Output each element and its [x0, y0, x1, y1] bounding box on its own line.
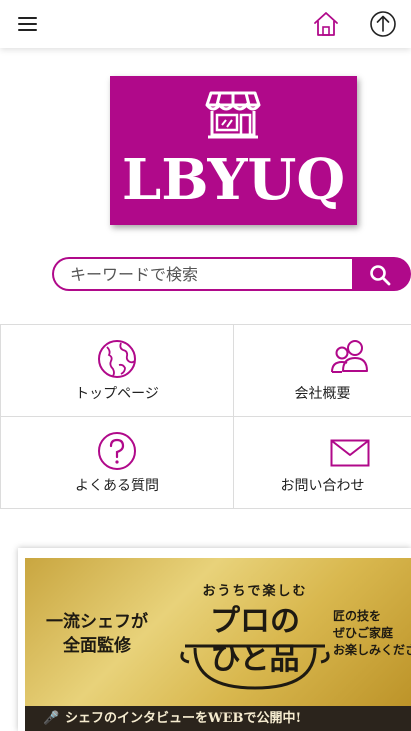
nav-top-page[interactable]: トップページ — [0, 325, 233, 417]
logo-text: LBYUQ — [121, 147, 346, 213]
banner-title-line: ひと品 — [210, 642, 300, 677]
storefront-icon — [205, 89, 261, 139]
banner-left-line: 全面監修 — [63, 636, 131, 656]
users-icon — [331, 340, 368, 373]
arrow-up-circle-icon[interactable] — [368, 9, 398, 39]
banner-right-line: お楽しみくださ — [333, 643, 411, 657]
nav-label: お問い合わせ — [280, 478, 365, 494]
banner-right-text: 匠の技を ぜひご家庭 お楽しみくださ — [333, 608, 411, 659]
banner-left-text: 一流シェフが 全面監修 — [37, 610, 157, 658]
quick-nav-grid: トップページ 会社概要 よくある質問 お問い合わせ — [0, 324, 411, 509]
banner-right-line: 匠の技を — [333, 609, 382, 623]
nav-label: 会社概要 — [294, 386, 351, 402]
banner-left-line: 一流シェフが — [46, 612, 148, 632]
microphone-icon: 🎤 — [43, 711, 60, 726]
nav-faq[interactable]: よくある質問 — [0, 417, 233, 509]
home-icon[interactable] — [311, 9, 341, 39]
banner-right-line: ぜひご家庭 — [333, 626, 394, 640]
search-input[interactable] — [52, 257, 354, 291]
nav-contact[interactable]: お問い合わせ — [233, 417, 411, 509]
banner-image: 一流シェフが 全面監修 おうちで楽しむ プロの ひと品 匠の技を ぜひご家庭 お… — [25, 558, 411, 731]
globe-icon — [98, 340, 136, 378]
search-button[interactable] — [352, 257, 411, 291]
search-bar — [52, 257, 411, 291]
nav-label: トップページ — [75, 386, 159, 402]
search-icon — [370, 265, 391, 286]
question-icon — [98, 432, 136, 470]
top-bar — [0, 0, 411, 48]
promo-banner[interactable]: 一流シェフが 全面監修 おうちで楽しむ プロの ひと品 匠の技を ぜひご家庭 お… — [18, 548, 411, 731]
site-logo[interactable]: LBYUQ — [110, 76, 357, 225]
banner-bottom-strip: 🎤 シェフのインタビューをWEBで公開中! — [25, 706, 411, 731]
banner-bottom-text: シェフのインタビューをWEBで公開中! — [65, 711, 302, 726]
hamburger-menu-icon[interactable] — [14, 12, 42, 36]
nav-company[interactable]: 会社概要 — [233, 325, 411, 417]
nav-label: よくある質問 — [75, 478, 159, 494]
mail-icon — [330, 439, 370, 467]
